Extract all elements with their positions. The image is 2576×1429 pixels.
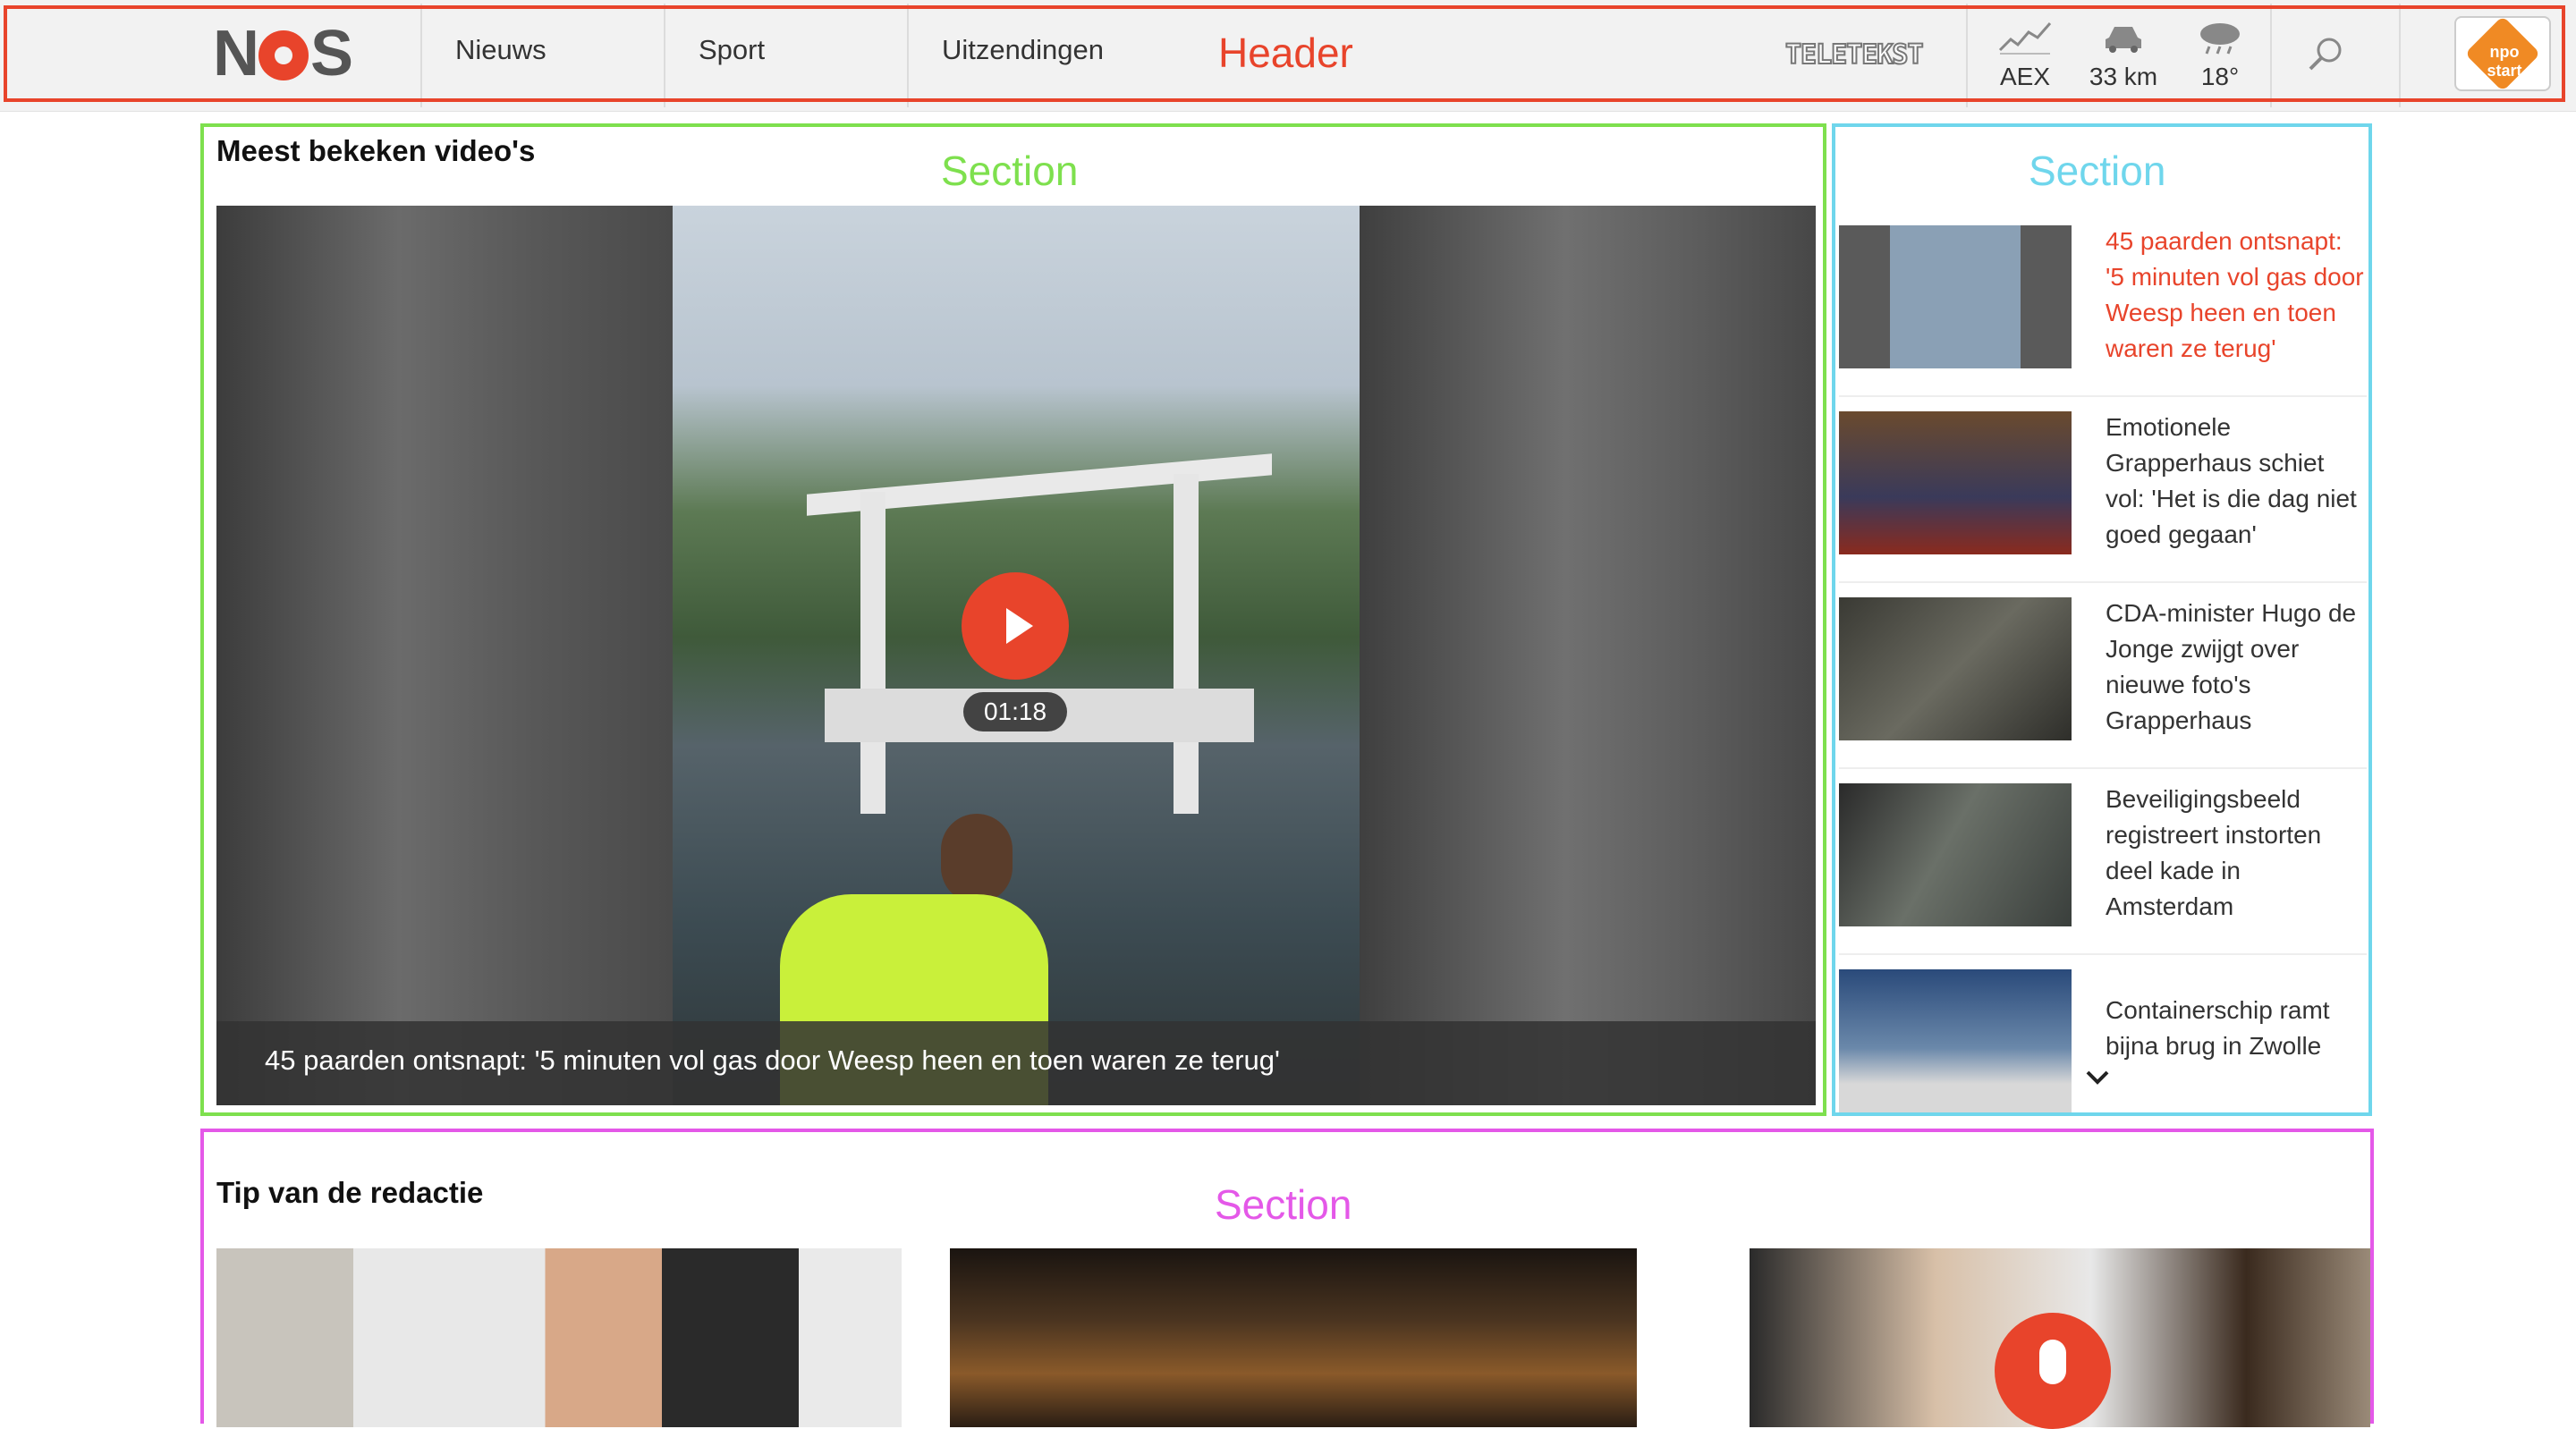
- header-annotation-label: Header: [1218, 30, 1353, 76]
- divider: [420, 4, 422, 107]
- search-icon[interactable]: [2306, 34, 2345, 73]
- video-blur-left: [216, 206, 673, 1105]
- list-item-title: Beveiligingsbeeld registreert instorten …: [2106, 785, 2322, 920]
- aex-widget-label[interactable]: AEX: [1971, 63, 2079, 91]
- nav-nieuws[interactable]: Nieuws: [455, 34, 547, 66]
- tip-article-image[interactable]: [216, 1248, 902, 1427]
- divider: [664, 4, 665, 107]
- section-annotation-label: Section: [1215, 1181, 1352, 1228]
- divider: [1966, 4, 1968, 107]
- section-annotation-label: Section: [941, 148, 1079, 194]
- person-head: [941, 814, 1013, 903]
- nos-logo[interactable]: NS: [213, 21, 365, 86]
- video-thumbnail: [1839, 783, 2072, 926]
- bridge-post: [860, 492, 886, 814]
- stock-chart-icon: [1998, 22, 2052, 55]
- play-icon[interactable]: [962, 572, 1069, 680]
- tip-article-image[interactable]: [950, 1248, 1637, 1427]
- header-bar: NS Nieuws Sport Uitzendingen Header TELE…: [0, 0, 2576, 112]
- list-item[interactable]: CDA-minister Hugo de Jonge zwijgt over n…: [1839, 583, 2367, 769]
- list-item-title: 45 paarden ontsnapt: '5 minuten vol gas …: [2106, 227, 2364, 362]
- teletekst-link[interactable]: TELETEKST: [1784, 38, 1925, 72]
- rain-cloud-icon: [2200, 23, 2240, 55]
- list-item-title: Emotionele Grapperhaus schiet vol: 'Het …: [2106, 413, 2357, 548]
- list-item-title: Containerschip ramt bijna brug in Zwolle: [2106, 996, 2330, 1060]
- npo-start-label: npo start: [2487, 43, 2522, 80]
- bridge-post: [1174, 474, 1199, 814]
- video-thumbnail: [1839, 225, 2072, 368]
- list-item-title: CDA-minister Hugo de Jonge zwijgt over n…: [2106, 599, 2357, 734]
- video-blur-right: [1360, 206, 1816, 1105]
- list-item[interactable]: Emotionele Grapperhaus schiet vol: 'Het …: [1839, 397, 2367, 583]
- most-viewed-title: Meest bekeken video's: [216, 134, 536, 167]
- video-caption[interactable]: 45 paarden ontsnapt: '5 minuten vol gas …: [265, 1044, 1280, 1077]
- nav-uitzendingen[interactable]: Uitzendingen: [942, 34, 1104, 66]
- npo-start-button[interactable]: npo start: [2454, 15, 2551, 92]
- section-annotation-label: Section: [2029, 148, 2166, 194]
- traffic-widget-label[interactable]: 33 km: [2070, 63, 2177, 91]
- video-thumbnail: [1839, 411, 2072, 554]
- divider: [2270, 4, 2272, 107]
- tip-title: Tip van de redactie: [216, 1176, 484, 1209]
- divider: [907, 4, 909, 107]
- video-duration: 01:18: [963, 692, 1067, 731]
- divider: [2399, 4, 2401, 107]
- list-item[interactable]: 45 paarden ontsnapt: '5 minuten vol gas …: [1839, 211, 2367, 397]
- video-thumbnail: [1839, 597, 2072, 740]
- chevron-down-icon[interactable]: [2084, 1064, 2111, 1091]
- video-thumbnail: [1839, 969, 2072, 1112]
- nav-sport[interactable]: Sport: [699, 34, 765, 66]
- list-item[interactable]: Beveiligingsbeeld registreert instorten …: [1839, 769, 2367, 955]
- weather-widget-label[interactable]: 18°: [2166, 63, 2274, 91]
- microphone-icon[interactable]: [1995, 1313, 2111, 1429]
- car-icon: [2106, 27, 2141, 53]
